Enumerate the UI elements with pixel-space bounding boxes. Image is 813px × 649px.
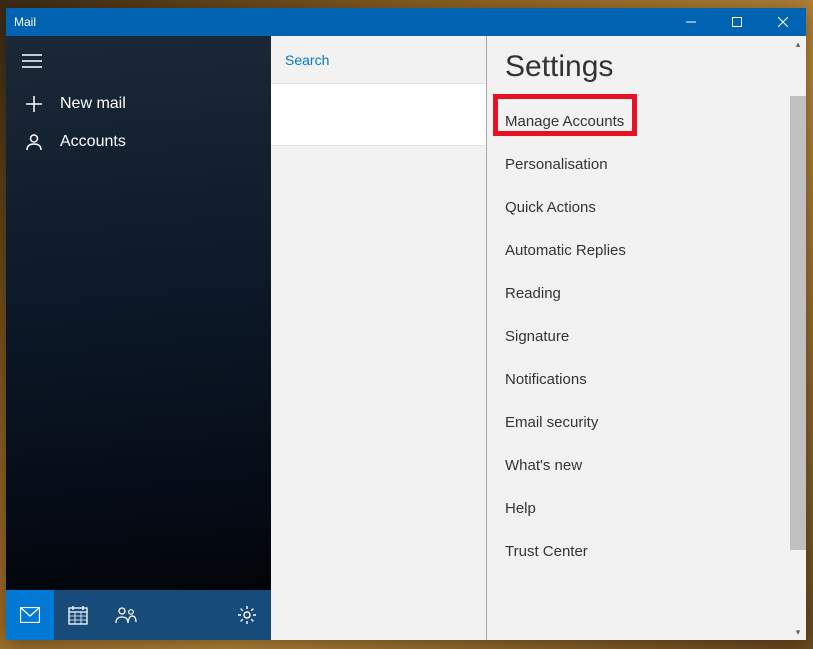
settings-item-whats-new[interactable]: What's new [487, 444, 806, 487]
settings-title: Settings [487, 36, 806, 100]
settings-button[interactable] [223, 590, 271, 640]
empty-list-row [271, 84, 486, 146]
calendar-icon [68, 605, 88, 625]
settings-item-email-security[interactable]: Email security [487, 401, 806, 444]
maximize-button[interactable] [714, 8, 760, 36]
settings-item-notifications[interactable]: Notifications [487, 358, 806, 401]
people-tab-button[interactable] [102, 590, 150, 640]
hamburger-button[interactable] [6, 36, 271, 85]
mail-icon [20, 607, 40, 623]
settings-panel: Settings Manage Accounts Personalisation… [487, 36, 806, 640]
search-input[interactable]: Search [271, 36, 486, 84]
calendar-tab-button[interactable] [54, 590, 102, 640]
settings-item-trust-center[interactable]: Trust Center [487, 530, 806, 573]
settings-item-help[interactable]: Help [487, 487, 806, 530]
person-icon [22, 133, 46, 151]
people-icon [115, 606, 137, 624]
settings-list: Manage Accounts Personalisation Quick Ac… [487, 100, 806, 640]
minimize-button[interactable] [668, 8, 714, 36]
message-list-column: Search [271, 36, 487, 640]
app-body: New mail Accounts [6, 36, 806, 640]
settings-item-signature[interactable]: Signature [487, 315, 806, 358]
plus-icon [22, 95, 46, 113]
app-window: Mail [6, 8, 806, 640]
scrollbar[interactable]: ▴ ▾ [790, 36, 806, 640]
mail-tab-button[interactable] [6, 590, 54, 640]
window-controls [668, 8, 806, 36]
window-title: Mail [6, 15, 668, 29]
sidebar-bottom-bar [6, 590, 271, 640]
search-placeholder: Search [285, 52, 329, 68]
settings-item-automatic-replies[interactable]: Automatic Replies [487, 229, 806, 272]
settings-item-reading[interactable]: Reading [487, 272, 806, 315]
accounts-label: Accounts [60, 133, 126, 151]
settings-item-quick-actions[interactable]: Quick Actions [487, 186, 806, 229]
settings-item-personalisation[interactable]: Personalisation [487, 143, 806, 186]
sidebar: New mail Accounts [6, 36, 271, 640]
new-mail-label: New mail [60, 95, 126, 113]
scroll-thumb[interactable] [790, 96, 806, 550]
new-mail-button[interactable]: New mail [6, 85, 271, 123]
titlebar: Mail [6, 8, 806, 36]
scroll-down-arrow-icon[interactable]: ▾ [790, 624, 806, 640]
close-button[interactable] [760, 8, 806, 36]
settings-item-manage-accounts[interactable]: Manage Accounts [487, 100, 806, 143]
gear-icon [237, 605, 257, 625]
scroll-up-arrow-icon[interactable]: ▴ [790, 36, 806, 52]
accounts-button[interactable]: Accounts [6, 123, 271, 161]
sidebar-top: New mail Accounts [6, 36, 271, 590]
